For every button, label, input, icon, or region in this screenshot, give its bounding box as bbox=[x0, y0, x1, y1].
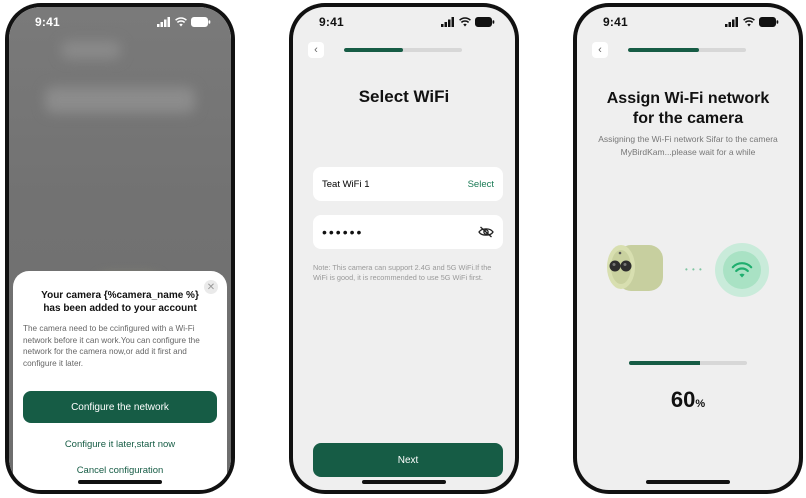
wifi-note: Note: This camera can support 2.4G and 5… bbox=[313, 263, 492, 282]
configure-network-button[interactable]: Configure the network bbox=[23, 391, 217, 423]
configure-network-sheet: ✕ Your camera {%camera_name %} has been … bbox=[13, 271, 227, 490]
wifi-icon bbox=[175, 17, 187, 27]
title-line-1: Assign Wi-Fi network bbox=[606, 90, 770, 107]
signal-icon bbox=[725, 17, 738, 27]
phone-screen-3: 9:41 ‹ Assign Wi-Fi network for the came… bbox=[573, 3, 803, 494]
home-indicator bbox=[646, 480, 730, 484]
progress-unit: % bbox=[695, 398, 706, 410]
sheet-description: The camera need to be ccinfigured with a… bbox=[23, 324, 200, 368]
blurred-shape bbox=[61, 41, 121, 59]
progress-percent: 60% bbox=[577, 387, 799, 413]
step-progress-fill bbox=[628, 48, 699, 52]
status-time: 9:41 bbox=[35, 15, 60, 29]
screen-2: 9:41 ‹ Select WiFi Teat WiFi 1 Select ••… bbox=[293, 7, 515, 490]
status-icons bbox=[157, 17, 211, 27]
status-icons bbox=[725, 17, 779, 27]
blurred-shape bbox=[45, 87, 195, 113]
battery-icon bbox=[759, 17, 779, 27]
camera-device-icon bbox=[607, 245, 663, 291]
back-button[interactable]: ‹ bbox=[592, 42, 608, 58]
assign-progress-bar bbox=[629, 361, 747, 365]
wifi-status-inner bbox=[723, 251, 761, 289]
eye-off-icon[interactable] bbox=[478, 226, 494, 238]
password-field[interactable]: •••••• bbox=[313, 215, 503, 249]
home-indicator bbox=[78, 480, 162, 484]
chevron-left-icon: ‹ bbox=[598, 43, 602, 56]
assign-subtitle: Assigning the Wi-Fi network Sifar to the… bbox=[598, 134, 778, 157]
sheet-title: Your camera {%camera_name %} has been ad… bbox=[41, 290, 199, 314]
status-icons bbox=[441, 17, 495, 27]
step-progress-bar bbox=[628, 48, 746, 52]
wifi-name: Teat WiFi 1 bbox=[322, 178, 370, 190]
configure-later-link[interactable]: Configure it later,start now bbox=[13, 439, 227, 450]
next-button[interactable]: Next bbox=[313, 443, 503, 477]
battery-icon bbox=[475, 17, 495, 27]
status-time: 9:41 bbox=[603, 15, 628, 29]
step-progress-bar bbox=[344, 48, 462, 52]
status-bar: 9:41 bbox=[293, 7, 515, 37]
status-bar: 9:41 bbox=[9, 7, 231, 37]
cancel-configuration-link[interactable]: Cancel configuration bbox=[13, 465, 227, 476]
wifi-icon bbox=[731, 262, 753, 278]
phone-screen-1: 9:41 ✕ Your camera {%camera_name %} has … bbox=[5, 3, 235, 494]
signal-icon bbox=[157, 17, 170, 27]
battery-icon bbox=[191, 17, 211, 27]
status-time: 9:41 bbox=[319, 15, 344, 29]
chevron-left-icon: ‹ bbox=[314, 43, 318, 56]
signal-icon bbox=[441, 17, 454, 27]
phone-screen-2: 9:41 ‹ Select WiFi Teat WiFi 1 Select ••… bbox=[289, 3, 519, 494]
screen-1: 9:41 ✕ Your camera {%camera_name %} has … bbox=[9, 7, 231, 490]
select-wifi-button[interactable]: Select bbox=[468, 179, 494, 190]
home-indicator bbox=[362, 480, 446, 484]
password-value: •••••• bbox=[322, 224, 364, 240]
wifi-select-row[interactable]: Teat WiFi 1 Select bbox=[313, 167, 503, 201]
wifi-icon bbox=[743, 17, 755, 27]
back-button[interactable]: ‹ bbox=[308, 42, 324, 58]
progress-value: 60 bbox=[670, 387, 696, 412]
screen-3: 9:41 ‹ Assign Wi-Fi network for the came… bbox=[577, 7, 799, 490]
step-progress-fill bbox=[344, 48, 403, 52]
title-line-2: for the camera bbox=[632, 110, 744, 127]
page-title: Assign Wi-Fi network for the camera bbox=[577, 89, 799, 129]
page-title: Select WiFi bbox=[358, 87, 450, 106]
assign-progress-fill bbox=[629, 361, 700, 365]
connection-dots: • • • bbox=[685, 265, 703, 274]
status-bar: 9:41 bbox=[577, 7, 799, 37]
wifi-icon bbox=[459, 17, 471, 27]
wifi-status-badge bbox=[715, 243, 769, 297]
